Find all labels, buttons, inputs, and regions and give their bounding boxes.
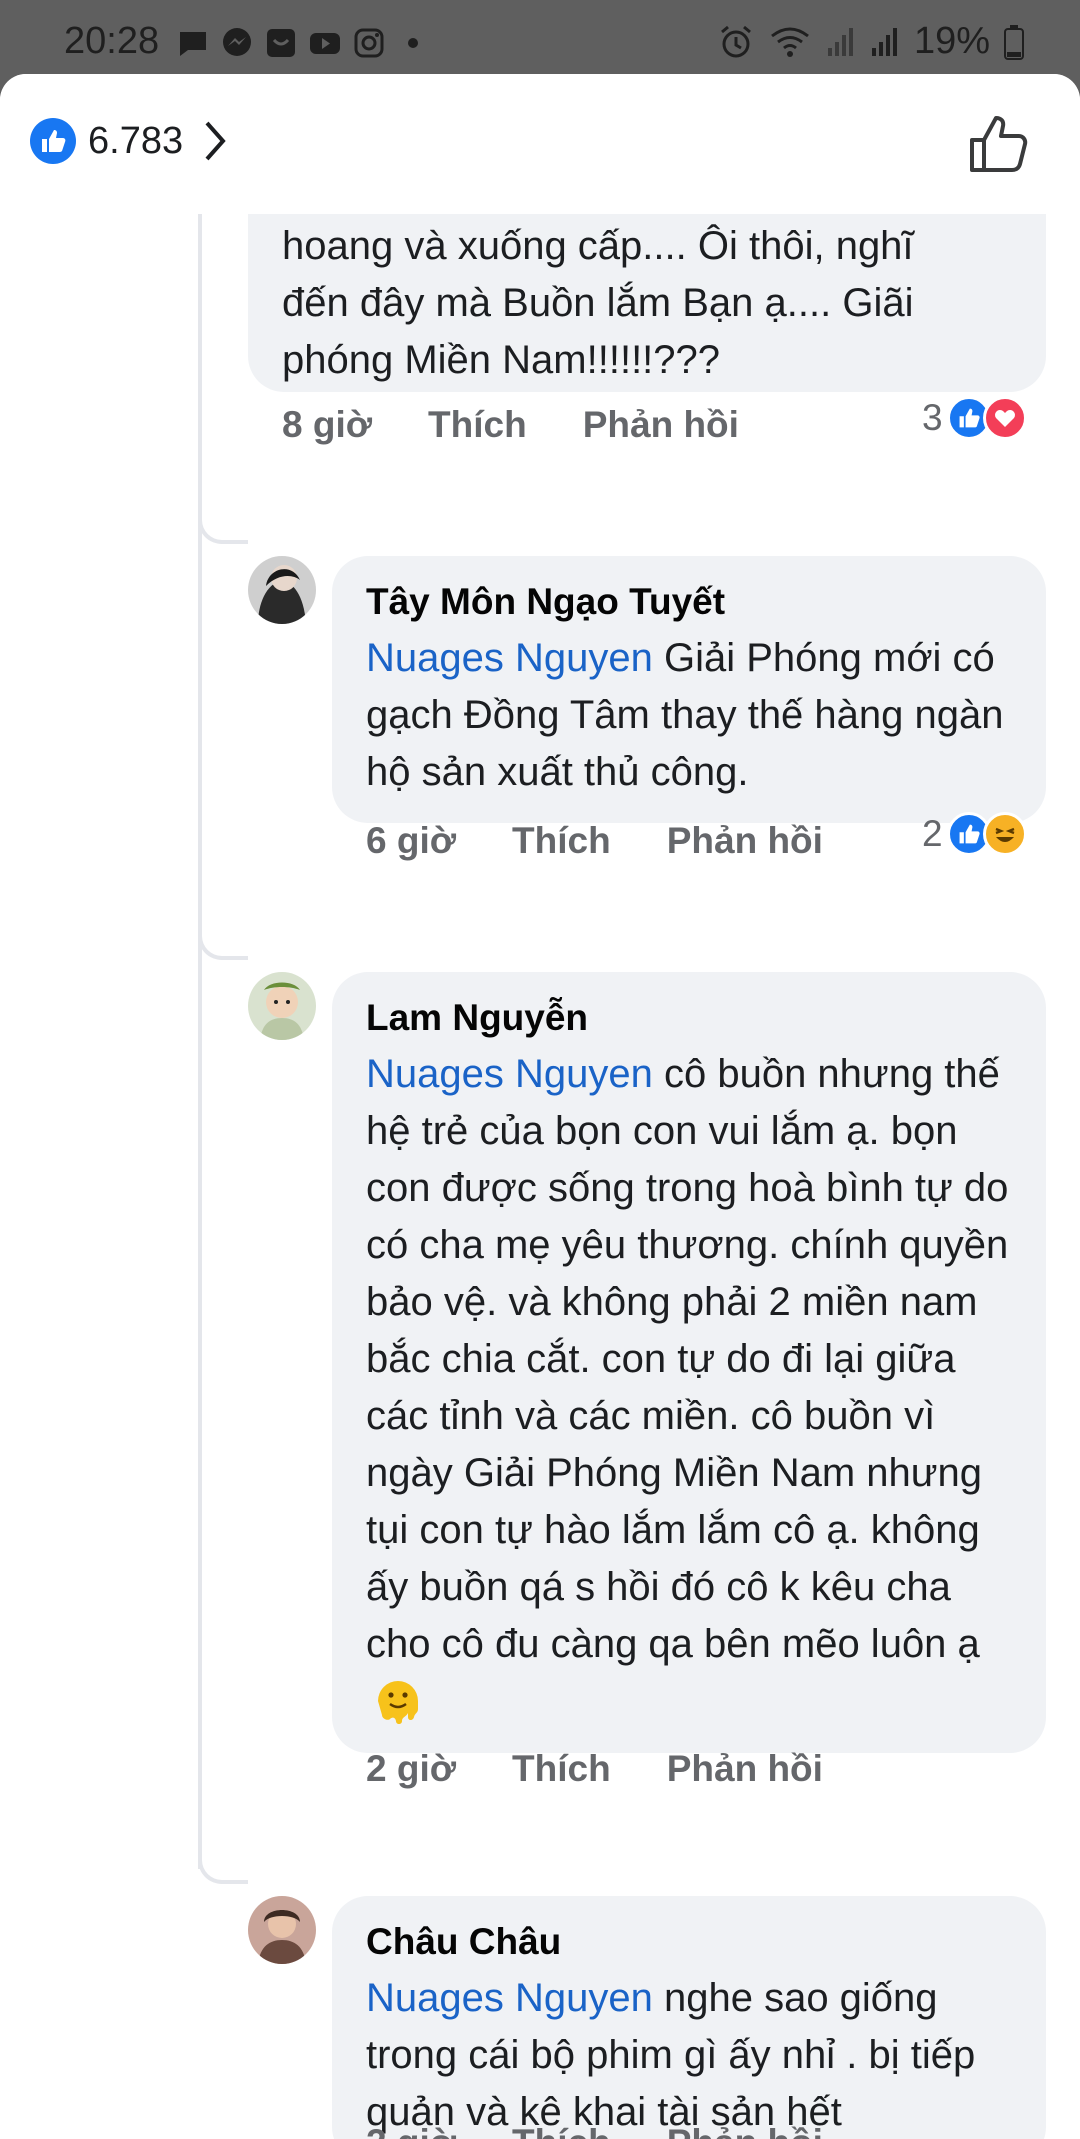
battery-percent: 19% (913, 20, 990, 62)
comments-sheet: 6.783 hoang và xuống cấp.... Ôi thôi, ng… (0, 74, 1080, 2139)
comment-body: cô buồn nhưng thế hệ trẻ của bọn con vui… (366, 1052, 1009, 1666)
signal-icon (827, 27, 853, 56)
avatar[interactable] (248, 556, 316, 624)
comment-text-partial: hoang và xuống cấp.... Ôi thôi, nghĩ (282, 224, 914, 268)
comment-actions: 2 giờ Thích Phản hồi (366, 2122, 879, 2139)
mention-link[interactable]: Nuages Nguyen (366, 1976, 653, 2020)
battery-icon (1004, 24, 1024, 60)
alarm-icon (720, 25, 751, 57)
comment-bubble[interactable]: Lam Nguyễn Nuages Nguyen cô buồn nhưng t… (332, 972, 1046, 1753)
like-badge-icon (30, 118, 76, 164)
comment-text: hoang và xuống cấp.... Ôi thôi, nghĩ đến… (282, 218, 1012, 389)
thread-connector (198, 1854, 248, 1884)
reply-button[interactable]: Phản hồi (583, 404, 739, 446)
comment-author[interactable]: Lam Nguyễn (366, 994, 1012, 1042)
dot-icon (408, 38, 418, 48)
reaction-count: 2 (922, 813, 943, 854)
system-status: 19% (718, 20, 1024, 63)
status-time: 20:28 (64, 20, 160, 62)
comment-actions: 6 giờ Thích Phản hồi (366, 820, 879, 862)
like-button[interactable]: Thích (512, 1748, 611, 1790)
reaction-count: 3 (922, 397, 943, 438)
comment-actions: 2 giờ Thích Phản hồi (366, 1748, 879, 1790)
youtube-icon (310, 33, 340, 54)
melting-face-emoji-icon (378, 1681, 418, 1724)
chevron-right-icon (205, 121, 226, 161)
comment-time: 2 giờ (366, 2122, 456, 2139)
thread-line (198, 214, 202, 1869)
instagram-icon (354, 28, 384, 58)
comment-time: 8 giờ (282, 404, 373, 445)
app-icon (267, 29, 295, 57)
reaction-summary[interactable]: 3 (922, 396, 1027, 440)
notification-icons (176, 26, 430, 60)
haha-reaction-icon (982, 812, 1027, 856)
comment-text-rest: đến đây mà Buồn lắm Bạn ạ.... Giãi phóng… (282, 281, 914, 382)
reaction-summary[interactable]: 2 (922, 812, 1027, 856)
reactions-header: 6.783 (0, 74, 1080, 214)
comment-bubble[interactable]: Tây Môn Ngạo Tuyết Nuages Nguyen Giải Ph… (332, 556, 1046, 823)
comment-text: Nuages Nguyen Giải Phóng mới có gạch Đồn… (366, 630, 1012, 801)
wifi-icon (771, 27, 809, 57)
comment-author[interactable]: Tây Môn Ngạo Tuyết (366, 578, 1012, 626)
comment-list: hoang và xuống cấp.... Ôi thôi, nghĩ đến… (0, 214, 1080, 2139)
avatar[interactable] (248, 1896, 316, 1964)
comment-time: 6 giờ (366, 820, 457, 861)
comment-text: Nuages Nguyen nghe sao giống trong cái b… (366, 1970, 1012, 2139)
comment-author[interactable]: Châu Châu (366, 1918, 1012, 1966)
like-button[interactable]: Thích (512, 2122, 611, 2139)
reactions-summary[interactable]: 6.783 (30, 118, 229, 164)
reply-button[interactable]: Phản hồi (667, 2122, 823, 2139)
avatar[interactable] (248, 972, 316, 1040)
like-button[interactable]: Thích (512, 820, 611, 862)
comment-actions: 8 giờ Thích Phản hồi (282, 404, 795, 446)
thread-connector (198, 930, 248, 960)
love-reaction-icon (982, 396, 1027, 440)
mention-link[interactable]: Nuages Nguyen (366, 636, 653, 680)
chat-icon (180, 32, 206, 56)
reply-button[interactable]: Phản hồi (667, 820, 823, 862)
mention-link[interactable]: Nuages Nguyen (366, 1052, 653, 1096)
comment-text: Nuages Nguyen cô buồn nhưng thế hệ trẻ c… (366, 1046, 1012, 1731)
thread-connector (198, 514, 248, 544)
comment-bubble[interactable]: Châu Châu Nuages Nguyen nghe sao giống t… (332, 1896, 1046, 2139)
messenger-icon (223, 28, 251, 56)
comment-time: 2 giờ (366, 1748, 457, 1789)
like-count: 6.783 (88, 119, 184, 162)
signal-icon (871, 27, 897, 56)
like-button[interactable]: Thích (428, 404, 527, 446)
reply-button[interactable]: Phản hồi (667, 1748, 823, 1790)
comment-bubble[interactable]: hoang và xuống cấp.... Ôi thôi, nghĩ đến… (248, 214, 1046, 392)
thumbs-up-icon[interactable] (966, 112, 1030, 176)
